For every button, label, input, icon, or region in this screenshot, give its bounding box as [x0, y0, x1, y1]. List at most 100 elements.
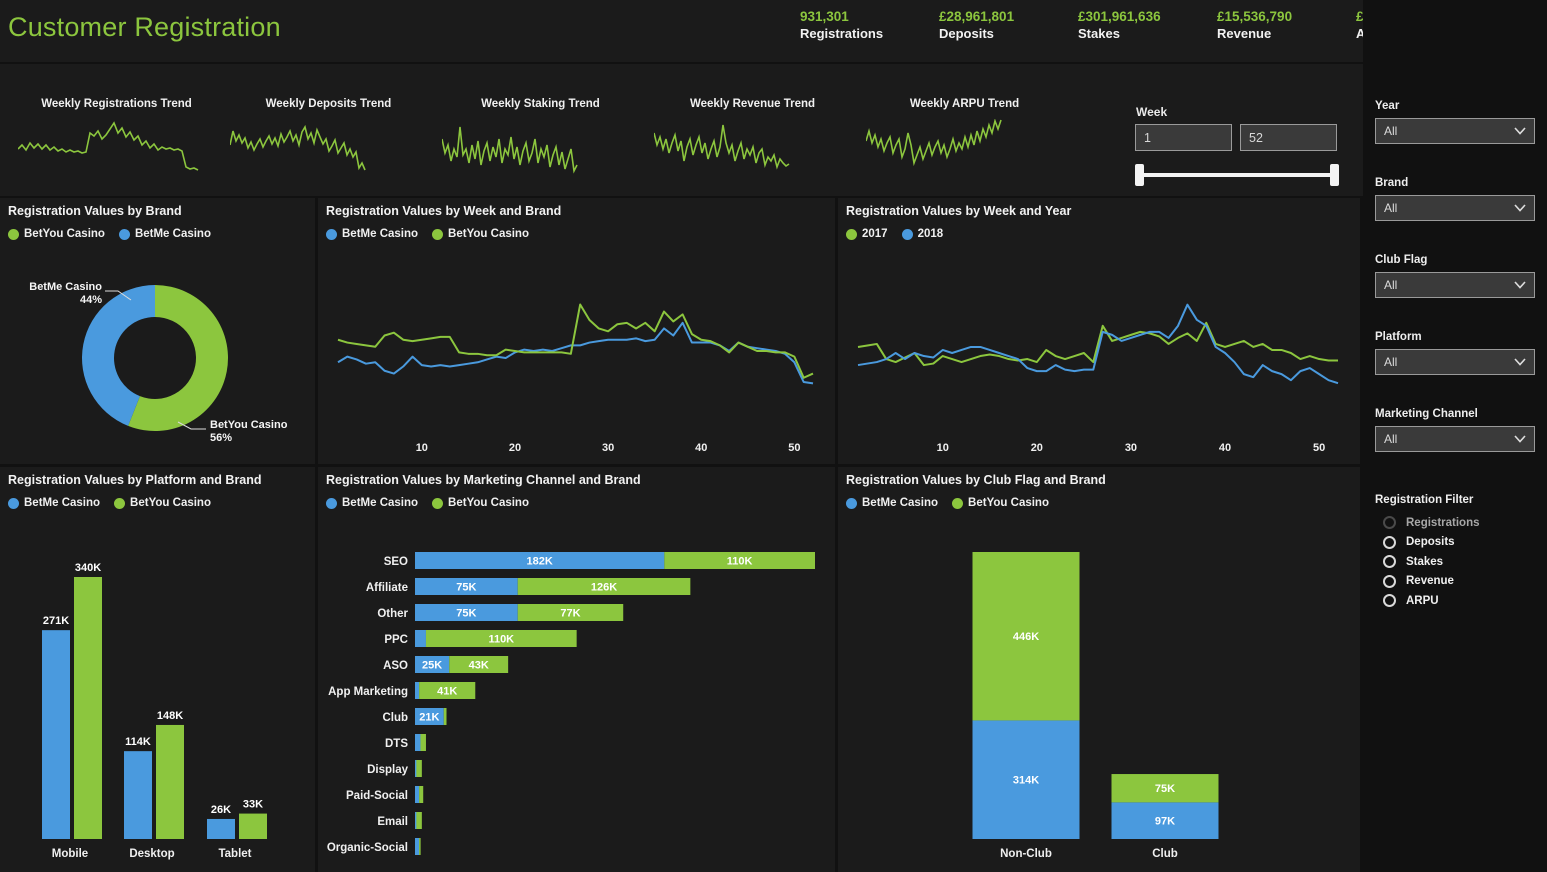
kpi-revenue: £15,536,790 Revenue: [1217, 8, 1356, 43]
panel-marketing-brand: Registration Values by Marketing Channel…: [318, 467, 835, 872]
sparkline-title: Weekly Registrations Trend: [41, 98, 192, 110]
bar-value-label: 75K: [456, 608, 476, 620]
bar[interactable]: [156, 724, 184, 839]
kpi-value: £28,961,801: [939, 9, 1015, 24]
slider-handle-left[interactable]: [1135, 164, 1144, 186]
stacked-bar-segment[interactable]: [443, 708, 447, 725]
radio-option-deposits[interactable]: Deposits: [1375, 533, 1543, 553]
radio-icon[interactable]: [1383, 574, 1396, 588]
y-axis-category: Organic-Social: [327, 842, 408, 854]
sparkline-title: Weekly Staking Trend: [481, 98, 600, 110]
stacked-bar-segment[interactable]: [415, 786, 420, 803]
bar[interactable]: [124, 751, 152, 839]
sparkline-path: [866, 119, 1002, 167]
x-axis-category: Mobile: [52, 848, 88, 860]
kpi-value: £15,536,790: [1217, 9, 1293, 24]
header-right-filler: [1363, 0, 1547, 62]
bar-value-label: 43K: [469, 660, 489, 672]
filter-select[interactable]: All: [1375, 349, 1535, 375]
radio-icon[interactable]: [1383, 535, 1396, 549]
filter-value: All: [1384, 278, 1398, 292]
radio-option-revenue[interactable]: Revenue: [1375, 572, 1543, 592]
stacked-bar-segment[interactable]: [415, 734, 421, 751]
bar[interactable]: [74, 577, 102, 839]
radio-label: ARPU: [1406, 594, 1439, 607]
sparkline-0: Weekly Registrations Trend: [10, 64, 223, 196]
filter-label: Marketing Channel: [1375, 408, 1478, 420]
filter-select[interactable]: All: [1375, 426, 1535, 452]
kpi-stakes: £301,961,636 Stakes: [1078, 8, 1217, 43]
stacked-bar-segment[interactable]: [415, 760, 417, 777]
week-range-slider[interactable]: [1135, 164, 1339, 186]
bar-value-label: 110K: [727, 556, 753, 568]
x-axis-tick: 40: [695, 442, 707, 454]
filter-brand: Brand All: [1375, 177, 1535, 221]
panel-platform-brand: Registration Values by Platform and Bran…: [0, 467, 315, 872]
slider-handle-right[interactable]: [1330, 164, 1339, 186]
week-range-inputs: [1135, 124, 1337, 151]
x-axis-tick: 20: [1031, 442, 1043, 454]
radio-option-registrations[interactable]: Registrations: [1375, 513, 1543, 533]
kpi-value: 931,301: [800, 9, 849, 24]
filter-select[interactable]: All: [1375, 118, 1535, 144]
radio-icon[interactable]: [1383, 594, 1396, 608]
bar-value-label: 75K: [1155, 783, 1175, 795]
stacked-bar-segment[interactable]: [415, 838, 420, 855]
kpi-label: Stakes: [1078, 26, 1120, 41]
radio-icon[interactable]: [1383, 555, 1396, 569]
filter-club-flag: Club Flag All: [1375, 254, 1535, 298]
y-axis-category: SEO: [384, 556, 408, 568]
y-axis-category: DTS: [385, 738, 408, 750]
stacked-bar-segment[interactable]: [416, 812, 422, 829]
dashboard-root: Customer Registration 931,301 Registratio…: [0, 0, 1547, 872]
bar[interactable]: [207, 818, 235, 839]
filter-value: All: [1384, 201, 1398, 215]
donut-label-betme: BetMe Casino: [29, 281, 102, 293]
bar-value-label: 75K: [456, 582, 476, 594]
bar-value-label: 148K: [157, 710, 183, 722]
stacked-bar-segment[interactable]: [415, 682, 420, 699]
stacked-bar-segment[interactable]: [416, 760, 422, 777]
chart-week-year: 10 20 30 40 50: [857, 303, 1339, 454]
radio-icon[interactable]: [1383, 516, 1396, 530]
bar-value-label: 26K: [211, 804, 231, 816]
sparkline-title: Weekly Revenue Trend: [689, 98, 816, 110]
sparkline-path: [654, 124, 790, 170]
stacked-bar-segment[interactable]: [419, 786, 424, 803]
week-min-input[interactable]: [1135, 124, 1232, 151]
x-axis-tick: 40: [1219, 442, 1231, 454]
stacked-bar-segment[interactable]: [420, 734, 426, 751]
x-axis-tick: 30: [602, 442, 614, 454]
sparkline-2: Weekly Staking Trend: [434, 64, 647, 196]
stacked-bar-segment[interactable]: [415, 630, 426, 647]
sparkline-path: [18, 121, 199, 171]
chevron-down-icon: [1514, 435, 1526, 443]
radio-option-arpu[interactable]: ARPU: [1375, 591, 1543, 611]
filter-marketing-channel: Marketing Channel All: [1375, 408, 1535, 452]
bar-value-label: 126K: [591, 582, 617, 594]
bar[interactable]: [42, 630, 70, 839]
bar-value-label: 182K: [527, 556, 553, 568]
chevron-down-icon: [1514, 358, 1526, 366]
chart-clubflag-brand: 314K 446K Non-Club 97K 75K Club: [972, 552, 1219, 860]
y-axis-category: Affiliate: [366, 582, 408, 594]
stacked-bar-segment[interactable]: [415, 812, 417, 829]
stacked-bar-segment[interactable]: [419, 838, 421, 855]
filter-label: Club Flag: [1375, 254, 1428, 266]
week-max-input[interactable]: [1240, 124, 1337, 151]
filter-select[interactable]: All: [1375, 195, 1535, 221]
bar-value-label: 340K: [75, 562, 101, 574]
filter-select[interactable]: All: [1375, 272, 1535, 298]
week-filter-label: Week: [1136, 105, 1168, 119]
sparkline-3: Weekly Revenue Trend: [646, 64, 859, 196]
filter-value: All: [1384, 124, 1398, 138]
radio-option-stakes[interactable]: Stakes: [1375, 552, 1543, 572]
bar[interactable]: [239, 813, 267, 839]
filter-year: Year All: [1375, 100, 1535, 144]
x-axis-category: Tablet: [218, 848, 251, 860]
chart-brand-donut: BetMe Casino44% BetYou Casino56%: [29, 281, 287, 444]
filter-platform: Platform All: [1375, 331, 1535, 375]
bar-value-label: 77K: [560, 608, 580, 620]
dashboard-header: Customer Registration 931,301 Registratio…: [0, 0, 1393, 62]
panel-clubflag-brand: Registration Values by Club Flag and Bra…: [838, 467, 1360, 872]
